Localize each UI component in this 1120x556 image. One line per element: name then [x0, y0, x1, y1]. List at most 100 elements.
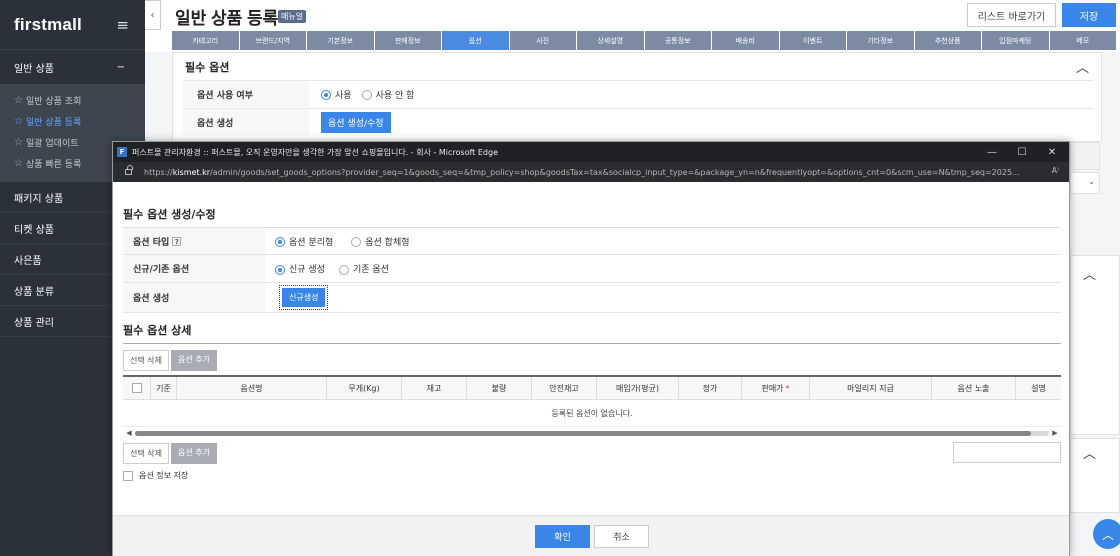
sidebar-sub-item-goods-register[interactable]: ☆ 일반 상품 등록 — [0, 111, 145, 132]
tab-event[interactable]: 이벤트 — [779, 31, 847, 50]
save-button[interactable]: 저장 — [1062, 3, 1116, 27]
star-icon: ☆ — [14, 95, 23, 106]
tab-memo[interactable]: 메모 — [1049, 31, 1117, 50]
window-titlebar: F 퍼스트몰 관리자환경 :: 퍼스트몰, 오직 운영자만을 생각한 가장 앞선… — [113, 142, 1069, 162]
manual-badge[interactable]: 매뉴얼 — [278, 10, 307, 23]
option-type-merge-radio[interactable]: 옵션 합체형 — [351, 235, 410, 248]
help-icon[interactable]: ? — [172, 236, 182, 246]
option-type-separate-radio[interactable]: 옵션 분리형 — [275, 235, 333, 248]
tab-marketing[interactable]: 입점마케팅 — [982, 31, 1050, 50]
horizontal-scrollbar[interactable]: ◀ ▶ — [123, 429, 1061, 437]
chevron-down-icon: ⌄ — [1088, 177, 1095, 186]
option-popup-window: F 퍼스트몰 관리자환경 :: 퍼스트몰, 오직 운영자만을 생각한 가장 앞선… — [112, 141, 1070, 556]
add-option-button-bottom[interactable]: 옵션 추가 — [170, 443, 217, 464]
delete-selected-button-bottom[interactable]: 선택 삭제 — [123, 443, 169, 464]
scroll-thumb[interactable] — [135, 430, 1031, 436]
tab-sales-info[interactable]: 판매정보 — [374, 31, 442, 50]
section-title-detail: 필수 옵션 상세 — [123, 324, 192, 337]
radio-off-icon — [338, 264, 349, 275]
option-type-values: 옵션 분리형 옵션 합체형 — [265, 228, 410, 254]
new-existing-row: 신규/기존 옵션 신규 생성 기존 옵션 — [123, 255, 1061, 283]
radio-off-icon — [351, 237, 362, 247]
radio-on-icon — [275, 237, 285, 247]
sidebar-sub-item-label: 일괄 업데이트 — [25, 139, 79, 149]
logo[interactable]: firstmall — [14, 15, 82, 35]
cancel-button[interactable]: 취소 — [594, 525, 649, 548]
app-icon: F — [117, 147, 127, 157]
sidebar-group-general[interactable]: 일반 상품 − — [0, 50, 145, 84]
tab-options[interactable]: 옵션 — [442, 31, 510, 50]
tab-basic-info[interactable]: 기본정보 — [307, 31, 375, 50]
radio-label: 기존 옵션 — [352, 265, 389, 275]
confirm-button[interactable]: 확인 — [535, 525, 590, 548]
delete-selected-button[interactable]: 선택 삭제 — [123, 350, 169, 371]
checkbox[interactable] — [123, 470, 133, 481]
col-option-visible: 옵션 노출 — [932, 377, 1016, 399]
add-option-button[interactable]: 옵션 추가 — [170, 350, 217, 371]
tab-description[interactable]: 상세설명 — [577, 31, 645, 50]
tab-etc-info[interactable]: 기타정보 — [847, 31, 915, 50]
col-weight: 무게(Kg) — [327, 377, 402, 399]
existing-option-radio[interactable]: 기존 옵션 — [338, 262, 389, 275]
menu-icon[interactable]: ≡ — [116, 16, 129, 34]
reader-mode-icon[interactable]: A⁾ — [1052, 166, 1059, 175]
scroll-left-icon[interactable]: ◀ — [123, 429, 135, 437]
star-icon: ☆ — [14, 116, 23, 127]
list-shortcut-button[interactable]: 리스트 바로가기 — [967, 3, 1056, 27]
radio-on-icon — [321, 90, 331, 100]
chevron-up-icon[interactable]: ︿ — [1083, 443, 1096, 462]
chevron-up-icon[interactable]: ︿ — [1076, 57, 1089, 76]
bulk-input[interactable] — [953, 442, 1061, 463]
col-standard: 기준 — [151, 377, 177, 399]
option-use-values: 사용 사용 안 함 — [309, 88, 414, 101]
chevron-up-icon[interactable]: ︿ — [1083, 264, 1096, 283]
tab-brand[interactable]: 브랜드/지역 — [239, 31, 307, 50]
sidebar-sub-item-goods-list[interactable]: ☆ 일반 상품 조회 — [0, 90, 145, 111]
option-type-row: 옵션 타입? 옵션 분리형 옵션 합체형 — [123, 227, 1061, 255]
lock-icon — [125, 165, 133, 175]
col-sale-price: 판매가 * — [742, 377, 810, 399]
option-create-edit-button[interactable]: 옵션 생성/수정 — [321, 111, 391, 133]
collapse-minus-icon[interactable]: − — [117, 62, 125, 73]
window-title: 퍼스트몰 관리자환경 :: 퍼스트몰, 오직 운영자만을 생각한 가장 앞선 쇼… — [132, 147, 498, 157]
save-option-info[interactable]: 옵션 정보 저장 — [123, 470, 188, 481]
radio-off-icon — [361, 90, 372, 100]
tab-photos[interactable]: 사진 — [509, 31, 577, 50]
scroll-track[interactable] — [135, 430, 1049, 436]
tab-shipping[interactable]: 배송비 — [712, 31, 780, 50]
tab-recommend[interactable]: 추천상품 — [914, 31, 982, 50]
tab-common-info[interactable]: 공통정보 — [644, 31, 712, 50]
bg-select-stub[interactable]: ⌄ — [1070, 172, 1100, 194]
col-option-name: 옵션명 — [177, 377, 327, 399]
sidebar-collapse-button[interactable]: ‹ — [145, 0, 161, 30]
save-option-info-label: 옵션 정보 저장 — [139, 471, 189, 480]
bg-panel-stub-3: ︿ — [1070, 438, 1120, 513]
required-mark: * — [785, 383, 790, 393]
col-stock: 재고 — [402, 377, 467, 399]
minimize-icon[interactable]: — — [977, 142, 1007, 162]
new-create-highlight: 신규생성 — [279, 285, 329, 310]
close-icon[interactable]: ✕ — [1037, 142, 1067, 162]
scroll-right-icon[interactable]: ▶ — [1049, 429, 1061, 437]
option-toolbar-top: 선택 삭제 옵션 추가 — [123, 350, 217, 371]
tab-category[interactable]: 카테고리 — [172, 31, 240, 50]
url-host: kismet.kr — [172, 167, 211, 177]
option-gen-label: 옵션 생성 — [183, 109, 309, 135]
sidebar-sub-item-label: 일반 상품 등록 — [25, 118, 82, 128]
new-option-radio[interactable]: 신규 생성 — [275, 262, 325, 275]
panel-title: 필수 옵션 — [185, 61, 230, 74]
scroll-top-button[interactable]: ︿ — [1093, 519, 1120, 549]
select-all-checkbox-cell[interactable] — [123, 377, 151, 399]
checkbox[interactable] — [131, 383, 142, 393]
star-icon: ☆ — [14, 158, 23, 169]
option-use-yes-radio[interactable]: 사용 — [321, 88, 352, 101]
option-use-label: 옵션 사용 여부 — [183, 81, 309, 107]
maximize-icon[interactable]: ☐ — [1007, 142, 1037, 162]
new-create-button[interactable]: 신규생성 — [282, 288, 326, 307]
option-use-no-radio[interactable]: 사용 안 함 — [361, 88, 415, 101]
radio-label: 사용 안 함 — [375, 90, 415, 101]
empty-message: 등록된 옵션이 없습니다. — [123, 400, 1061, 427]
radio-label: 옵션 합체형 — [365, 237, 410, 248]
option-use-row: 옵션 사용 여부 사용 사용 안 함 — [183, 80, 1093, 107]
address-bar[interactable]: https://kismet.kr/admin/goods/set_goods_… — [113, 162, 1069, 182]
